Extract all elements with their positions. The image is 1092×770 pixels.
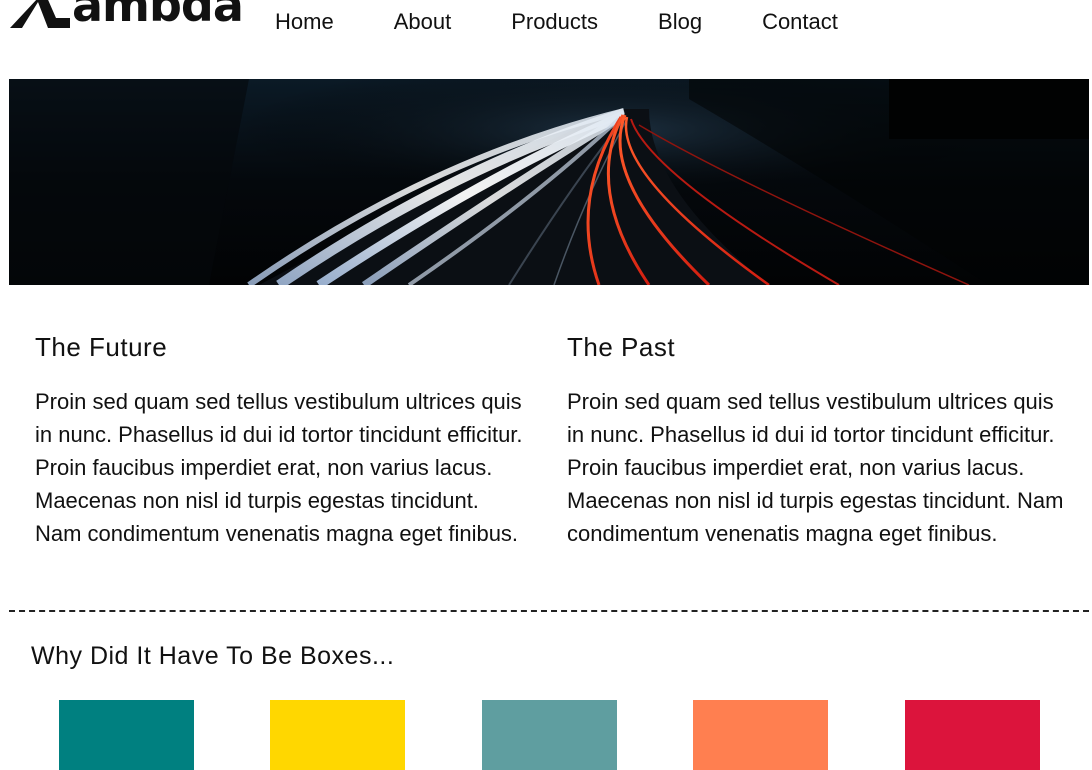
logo[interactable]: ambda (8, 0, 244, 32)
past-title: The Past (567, 332, 676, 362)
nav-about[interactable]: About (394, 8, 452, 36)
color-box-crimson (905, 700, 1040, 770)
color-box-gold (270, 700, 405, 770)
section-divider (9, 610, 1089, 612)
highway-light-trails-image (9, 79, 1089, 285)
nav-home[interactable]: Home (275, 8, 334, 36)
past-column: The Past Proin sed quam sed tellus vesti… (567, 330, 1067, 550)
past-body: Proin sed quam sed tellus vestibulum ult… (567, 389, 1064, 546)
boxes-section-title: Why Did It Have To Be Boxes... (31, 642, 395, 670)
nav-blog[interactable]: Blog (658, 8, 702, 36)
future-body: Proin sed quam sed tellus vestibulum ult… (35, 389, 523, 546)
color-box-coral (693, 700, 828, 770)
nav-contact[interactable]: Contact (762, 8, 838, 36)
main-nav: Home About Products Blog Contact (275, 8, 898, 36)
future-column: The Future Proin sed quam sed tellus ves… (35, 330, 525, 550)
lambda-logo-icon (8, 0, 72, 28)
logo-text: ambda (72, 0, 244, 32)
future-title: The Future (35, 332, 168, 362)
site-header: ambda Home About Products Blog Contact (0, 0, 1092, 44)
color-box-teal (59, 700, 194, 770)
hero-image (9, 79, 1089, 285)
nav-products[interactable]: Products (511, 8, 598, 36)
color-box-cadetblue (482, 700, 617, 770)
